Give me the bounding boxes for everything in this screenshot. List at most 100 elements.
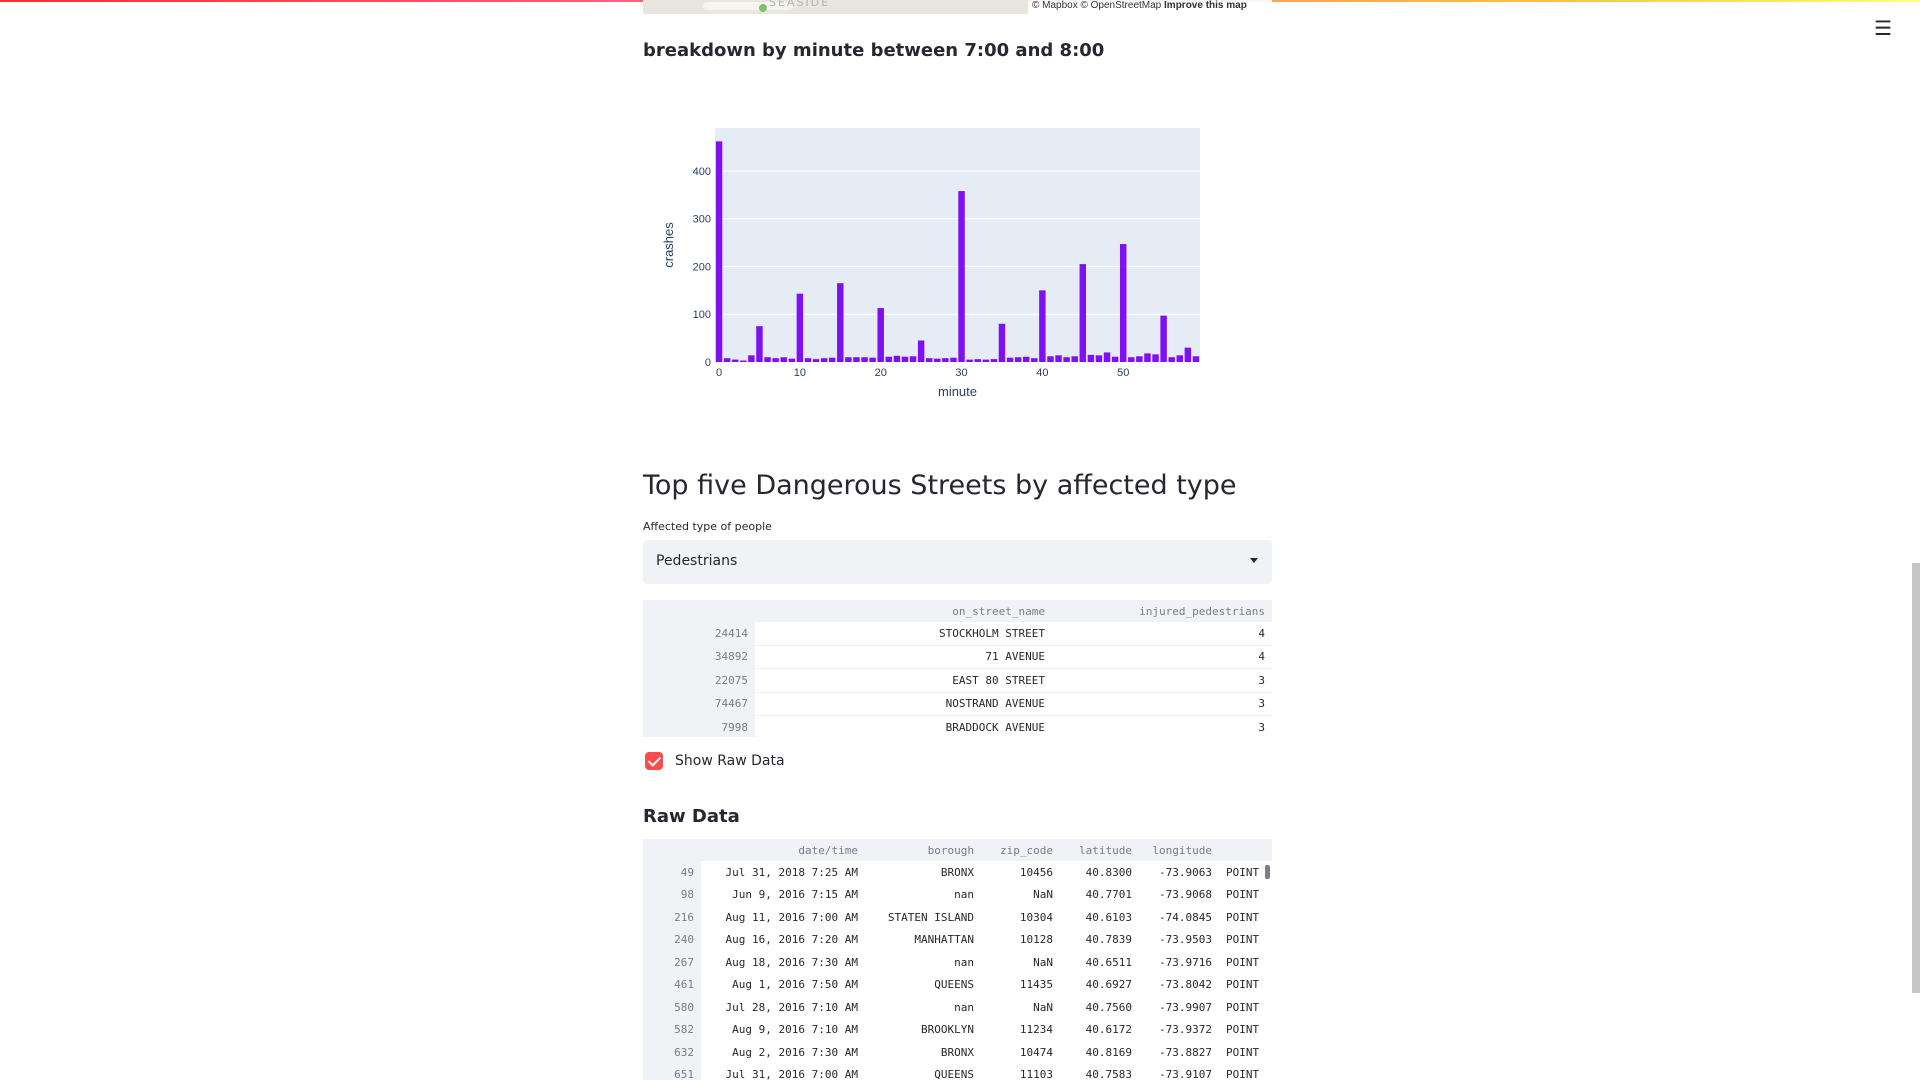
table-row[interactable]: 580 Jul 28, 2016 7:10 AM nan NaN 40.7560 -73.…: [643, 996, 1272, 1019]
street-name-cell[interactable]: NOSTRAND AVENUE: [755, 692, 1052, 716]
latitude-cell[interactable]: 40.7701: [1060, 884, 1139, 907]
zip-cell[interactable]: 10128: [981, 929, 1060, 952]
bar[interactable]: [845, 357, 852, 362]
location-cell[interactable]: POINT: [1219, 996, 1272, 1019]
borough-cell[interactable]: nan: [865, 996, 981, 1019]
row-index[interactable]: 7998: [643, 715, 755, 737]
bar[interactable]: [1103, 352, 1111, 362]
column-header-latitude[interactable]: latitude: [1060, 839, 1139, 861]
bar[interactable]: [740, 360, 747, 362]
bar[interactable]: [837, 283, 844, 362]
latitude-cell[interactable]: 40.7839: [1060, 929, 1139, 952]
bar[interactable]: [828, 357, 836, 362]
column-header-datetime[interactable]: date/time: [701, 839, 865, 861]
zip-cell[interactable]: 10474: [981, 1041, 1060, 1064]
latitude-cell[interactable]: 40.8300: [1060, 861, 1139, 884]
bar[interactable]: [812, 359, 820, 362]
bar[interactable]: [885, 356, 893, 362]
zip-cell[interactable]: NaN: [981, 996, 1060, 1019]
bar[interactable]: [925, 358, 933, 362]
bar[interactable]: [780, 357, 787, 362]
latitude-cell[interactable]: 40.7583: [1060, 1064, 1139, 1080]
table-row[interactable]: 98 Jun 9, 2016 7:15 AM nan NaN 40.7701 -73.90…: [643, 883, 1272, 907]
bar[interactable]: [1119, 244, 1127, 362]
bar[interactable]: [869, 357, 876, 362]
show-raw-data-label[interactable]: Show Raw Data: [675, 753, 785, 769]
longitude-cell[interactable]: -73.8827: [1139, 1041, 1219, 1064]
row-index[interactable]: 267: [643, 951, 701, 974]
row-index[interactable]: 580: [643, 996, 701, 1019]
datetime-cell[interactable]: Jul 28, 2016 7:10 AM: [701, 996, 865, 1019]
latitude-cell[interactable]: 40.6172: [1060, 1019, 1139, 1042]
bar[interactable]: [853, 357, 860, 362]
datetime-cell[interactable]: Aug 9, 2016 7:10 AM: [701, 1019, 865, 1042]
bar[interactable]: [934, 358, 941, 362]
bar[interactable]: [1168, 357, 1175, 362]
row-index[interactable]: 34892: [643, 645, 755, 669]
bar[interactable]: [1055, 355, 1062, 362]
zip-cell[interactable]: NaN: [981, 884, 1060, 907]
row-index[interactable]: 24414: [643, 622, 755, 646]
datetime-cell[interactable]: Jul 31, 2018 7:25 AM: [701, 861, 865, 884]
chart-svg[interactable]: 0 100 200 300 400 0 10 20 30 40 50 minute crashes: [643, 96, 1272, 416]
bar[interactable]: [1095, 355, 1103, 362]
bar[interactable]: [861, 357, 868, 362]
location-cell[interactable]: POINT: [1219, 1019, 1272, 1042]
bar[interactable]: [1144, 353, 1151, 362]
datetime-cell[interactable]: Jul 31, 2016 7:00 AM: [701, 1064, 865, 1080]
table-row[interactable]: 216 Aug 11, 2016 7:00 AM STATEN ISLAND 1030…: [643, 906, 1272, 929]
map-view[interactable]: SEASIDE © Mapbox © OpenStreetMap Improve…: [643, 0, 1272, 14]
bar[interactable]: [1047, 356, 1054, 362]
datetime-cell[interactable]: Aug 16, 2016 7:20 AM: [701, 929, 865, 952]
bar[interactable]: [1031, 358, 1038, 362]
table-row[interactable]: 240 Aug 16, 2016 7:20 AM MANHATTAN 10128 40.…: [643, 928, 1272, 952]
bar[interactable]: [950, 357, 957, 362]
row-index[interactable]: 240: [643, 928, 701, 951]
row-index[interactable]: 98: [643, 883, 701, 906]
bar[interactable]: [748, 355, 755, 362]
borough-cell[interactable]: QUEENS: [865, 1064, 981, 1080]
borough-cell[interactable]: STATEN ISLAND: [865, 906, 981, 929]
longitude-cell[interactable]: -73.9372: [1139, 1019, 1219, 1042]
bar[interactable]: [1022, 356, 1030, 362]
longitude-cell[interactable]: -73.8042: [1139, 974, 1219, 997]
longitude-cell[interactable]: -73.9107: [1139, 1064, 1219, 1080]
street-name-cell[interactable]: 71 AVENUE: [755, 645, 1052, 669]
zip-cell[interactable]: 10304: [981, 906, 1060, 929]
bar[interactable]: [1014, 357, 1022, 362]
location-cell[interactable]: POINT: [1219, 1064, 1272, 1080]
bar[interactable]: [1136, 356, 1143, 362]
location-cell[interactable]: POINT: [1219, 929, 1272, 952]
borough-cell[interactable]: BRONX: [865, 861, 981, 884]
bar[interactable]: [942, 358, 949, 362]
bar[interactable]: [1160, 315, 1167, 362]
latitude-cell[interactable]: 40.6927: [1060, 974, 1139, 997]
show-raw-data-checkbox[interactable]: [645, 752, 663, 770]
borough-cell[interactable]: nan: [865, 951, 981, 974]
row-index[interactable]: 632: [643, 1041, 701, 1064]
improve-map-link[interactable]: Improve this map: [1164, 0, 1247, 11]
bar[interactable]: [1006, 357, 1014, 362]
longitude-cell[interactable]: -74.0845: [1139, 906, 1219, 929]
borough-cell[interactable]: QUEENS: [865, 974, 981, 997]
bar[interactable]: [974, 359, 981, 362]
bar[interactable]: [804, 358, 812, 362]
bar[interactable]: [901, 356, 909, 362]
street-name-cell[interactable]: EAST 80 STREET: [755, 668, 1052, 693]
bar[interactable]: [820, 358, 828, 362]
injured-cell[interactable]: 4: [1052, 622, 1272, 646]
longitude-cell[interactable]: -73.9716: [1139, 951, 1219, 974]
borough-cell[interactable]: BROOKLYN: [865, 1019, 981, 1042]
row-index[interactable]: 216: [643, 906, 701, 929]
bar[interactable]: [966, 359, 973, 362]
bar[interactable]: [715, 141, 723, 362]
table-row[interactable]: 22075 EAST 80 STREET 3: [643, 668, 1272, 693]
bar[interactable]: [788, 358, 796, 362]
column-header-street[interactable]: on_street_name: [755, 600, 1052, 622]
bar[interactable]: [1079, 264, 1087, 362]
location-cell[interactable]: POINT: [1219, 951, 1272, 974]
longitude-cell[interactable]: -73.9503: [1139, 929, 1219, 952]
row-index[interactable]: 461: [643, 973, 701, 996]
table-row[interactable]: 461 Aug 1, 2016 7:50 AM QUEENS 11435 40.6927…: [643, 973, 1272, 997]
column-header-injured[interactable]: injured_pedestrians: [1052, 600, 1272, 622]
